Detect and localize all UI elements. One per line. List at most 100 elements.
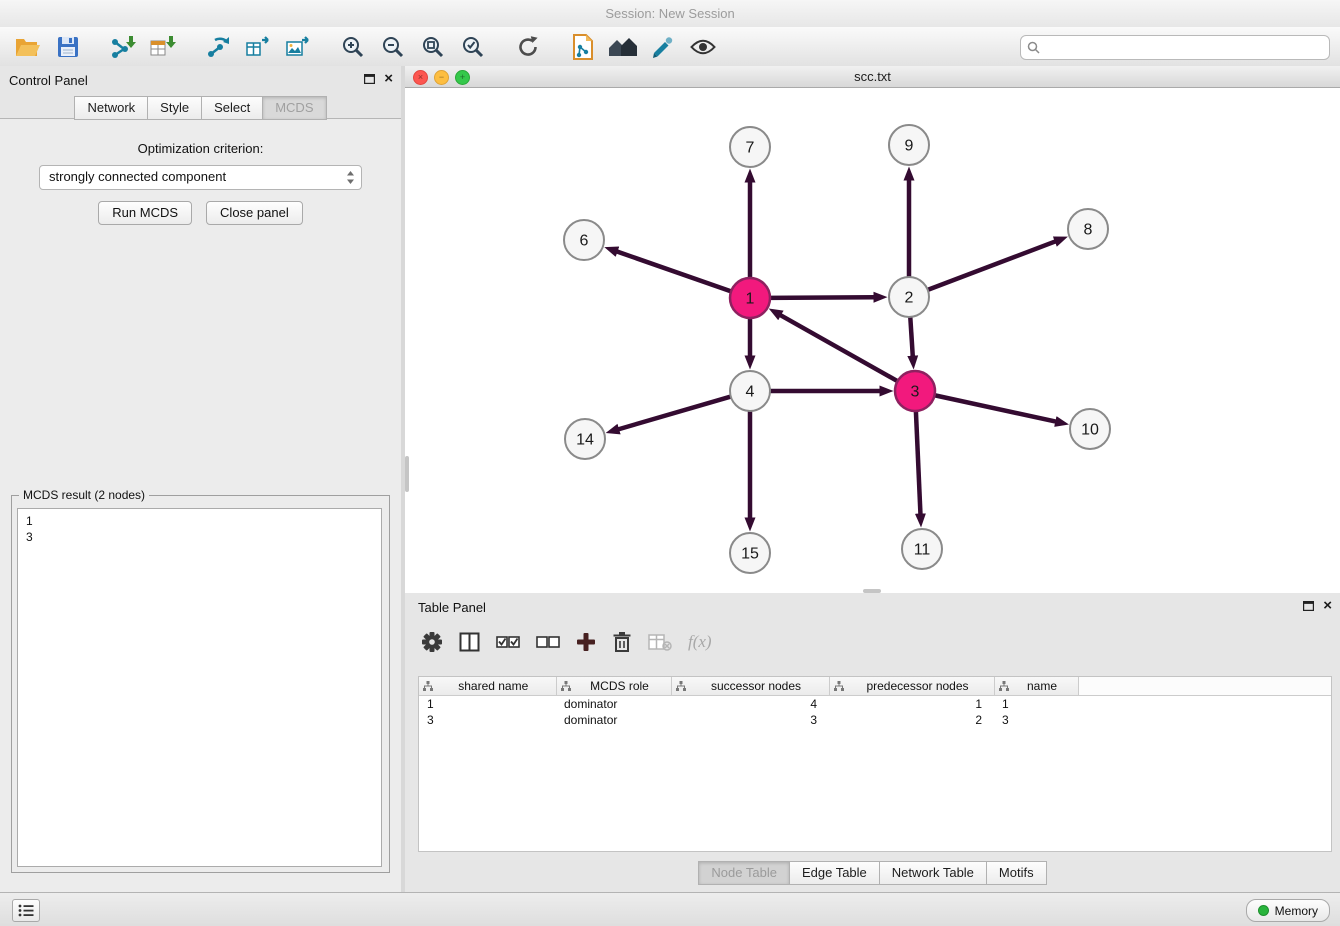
network-canvas[interactable]: 7 9 6 8 1 2 4 3 14 10 15 11 <box>405 88 1340 593</box>
tab-network[interactable]: Network <box>74 96 147 120</box>
close-table-panel-icon[interactable]: × <box>1323 599 1332 613</box>
column-header-predecessor-nodes[interactable]: predecessor nodes <box>829 677 994 696</box>
graph-edge-4-14[interactable] <box>619 397 731 430</box>
task-history-button[interactable] <box>12 899 40 922</box>
network-vertical-scrollbar[interactable] <box>405 456 409 492</box>
search-field[interactable] <box>1020 35 1330 60</box>
tab-edge-table[interactable]: Edge Table <box>789 861 879 885</box>
table-cell[interactable]: dominator <box>556 712 671 728</box>
export-image-button[interactable] <box>278 31 318 63</box>
graph-node-11[interactable]: 11 <box>902 529 942 569</box>
close-window-icon[interactable]: × <box>413 70 428 85</box>
add-entry-button[interactable] <box>576 632 596 652</box>
table-row[interactable]: 1dominator411 <box>419 696 1331 713</box>
graph-node-8[interactable]: 8 <box>1068 209 1108 249</box>
table-settings-button[interactable] <box>421 631 443 653</box>
delete-table-button[interactable] <box>648 633 672 651</box>
table-cell[interactable]: 3 <box>419 712 556 728</box>
function-builder-button[interactable]: f(x) <box>688 632 712 652</box>
criterion-dropdown[interactable]: strongly connected component <box>39 165 362 190</box>
graph-edge-3-1[interactable] <box>780 315 897 381</box>
column-type-icon <box>423 681 433 691</box>
export-network-button[interactable] <box>198 31 238 63</box>
apply-style-button[interactable] <box>643 31 683 63</box>
save-session-button[interactable] <box>48 31 88 63</box>
table-panel-title: Table Panel <box>418 600 486 615</box>
graph-edge-2-3[interactable] <box>910 317 912 356</box>
zoom-in-button[interactable] <box>333 31 373 63</box>
graph-node-3[interactable]: 3 <box>895 371 935 411</box>
graph-node-2[interactable]: 2 <box>889 277 929 317</box>
column-header-name[interactable]: name <box>994 677 1078 696</box>
import-table-file-button[interactable] <box>143 31 183 63</box>
export-image-icon <box>285 35 311 59</box>
graph-edge-1-2[interactable] <box>770 297 874 298</box>
memory-button[interactable]: Memory <box>1246 899 1330 922</box>
zoom-out-icon <box>381 35 405 59</box>
tab-network-table[interactable]: Network Table <box>879 861 986 885</box>
column-header-successor-nodes[interactable]: successor nodes <box>671 677 829 696</box>
minimize-window-icon[interactable]: − <box>434 70 449 85</box>
refresh-icon <box>516 35 540 59</box>
graph-edge-3-11[interactable] <box>916 411 921 514</box>
memory-label: Memory <box>1275 904 1318 918</box>
select-all-button[interactable] <box>496 635 520 649</box>
table-cell[interactable]: 3 <box>671 712 829 728</box>
tab-motifs[interactable]: Motifs <box>986 861 1047 885</box>
graph-node-15[interactable]: 15 <box>730 533 770 573</box>
graph-node-14[interactable]: 14 <box>565 419 605 459</box>
float-panel-icon[interactable] <box>364 74 375 84</box>
table-cell[interactable]: 3 <box>994 712 1078 728</box>
zoom-fit-button[interactable] <box>413 31 453 63</box>
new-network-button[interactable] <box>563 31 603 63</box>
svg-text:7: 7 <box>746 140 755 157</box>
home-button[interactable] <box>603 31 643 63</box>
mcds-result-box: MCDS result (2 nodes) 1 3 <box>11 495 390 873</box>
tab-mcds[interactable]: MCDS <box>262 96 326 120</box>
table-header-row: shared name MCDS role successor nodes <box>419 677 1331 696</box>
float-table-panel-icon[interactable] <box>1303 601 1314 611</box>
show-hide-details-button[interactable] <box>683 31 723 63</box>
zoom-selected-button[interactable] <box>453 31 493 63</box>
table-cell[interactable]: 4 <box>671 696 829 713</box>
delete-entry-button[interactable] <box>612 631 632 653</box>
graph-node-1[interactable]: 1 <box>730 278 770 318</box>
table-row[interactable]: 3dominator323 <box>419 712 1331 728</box>
graph-edge-1-6[interactable] <box>617 252 731 292</box>
tab-select[interactable]: Select <box>201 96 262 120</box>
unselect-all-button[interactable] <box>536 635 560 649</box>
mcds-result-text: 1 3 <box>17 508 382 867</box>
tab-node-table[interactable]: Node Table <box>698 861 789 885</box>
unselect-all-icon <box>536 635 560 649</box>
graph-node-7[interactable]: 7 <box>730 127 770 167</box>
zoom-window-icon[interactable]: + <box>455 70 470 85</box>
import-network-file-button[interactable] <box>103 31 143 63</box>
network-document-icon <box>572 34 594 60</box>
table-cell[interactable]: dominator <box>556 696 671 713</box>
run-mcds-button[interactable]: Run MCDS <box>98 201 192 225</box>
criterion-value: strongly connected component <box>49 169 226 184</box>
column-header-mcds-role[interactable]: MCDS role <box>556 677 671 696</box>
search-input[interactable] <box>1044 40 1323 56</box>
close-panel-icon[interactable]: × <box>384 72 393 86</box>
graph-edge-2-8[interactable] <box>928 241 1056 289</box>
zoom-out-button[interactable] <box>373 31 413 63</box>
show-columns-button[interactable] <box>459 632 480 652</box>
export-table-button[interactable] <box>238 31 278 63</box>
open-session-button[interactable] <box>8 31 48 63</box>
refresh-view-button[interactable] <box>508 31 548 63</box>
zoom-selected-icon <box>461 35 485 59</box>
graph-node-9[interactable]: 9 <box>889 125 929 165</box>
tab-style[interactable]: Style <box>147 96 201 120</box>
svg-text:14: 14 <box>576 432 594 449</box>
table-cell[interactable]: 2 <box>829 712 994 728</box>
close-panel-button[interactable]: Close panel <box>206 201 303 225</box>
column-header-shared-name[interactable]: shared name <box>419 677 556 696</box>
table-cell[interactable]: 1 <box>994 696 1078 713</box>
table-cell[interactable]: 1 <box>829 696 994 713</box>
graph-node-6[interactable]: 6 <box>564 220 604 260</box>
graph-node-4[interactable]: 4 <box>730 371 770 411</box>
table-cell[interactable]: 1 <box>419 696 556 713</box>
graph-node-10[interactable]: 10 <box>1070 409 1110 449</box>
graph-edge-3-10[interactable] <box>935 395 1056 421</box>
